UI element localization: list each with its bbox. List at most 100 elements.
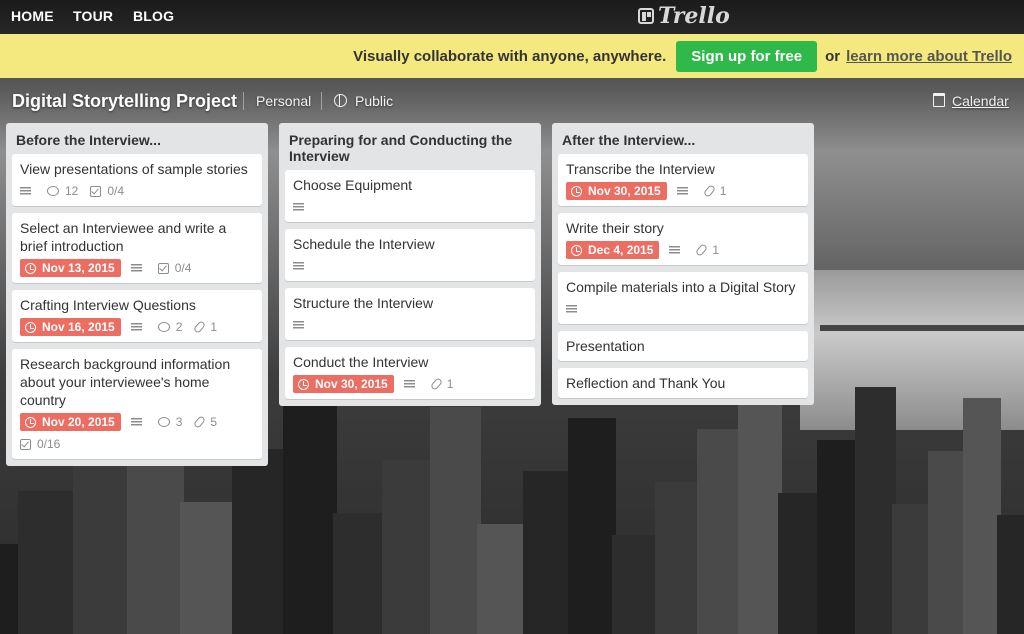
card[interactable]: View presentations of sample stories 12 … <box>12 154 262 206</box>
card[interactable]: Select an Interviewee and write a brief … <box>12 213 262 283</box>
background-building <box>612 535 659 634</box>
due-date-badge: Dec 4, 2015 <box>566 241 660 259</box>
description-icon <box>130 417 142 427</box>
card-title: Research background information about yo… <box>20 356 231 408</box>
globe-icon <box>334 94 347 107</box>
card-badges <box>293 257 527 275</box>
description-badge <box>293 198 308 216</box>
nav-tour-link[interactable]: TOUR <box>73 8 113 24</box>
card-badges: Nov 30, 2015 1 <box>566 182 800 200</box>
background-building <box>430 407 481 634</box>
card-badges: Dec 4, 2015 1 <box>566 241 800 259</box>
background-building <box>73 438 131 634</box>
attachments-badge: 1 <box>193 318 218 336</box>
due-date: Nov 30, 2015 <box>588 184 661 198</box>
card-title: Presentation <box>566 338 645 354</box>
paperclip-icon <box>193 320 207 334</box>
trello-logo-text: Trello <box>658 3 730 29</box>
learn-more-link[interactable]: learn more about Trello <box>846 48 1012 65</box>
due-date: Nov 16, 2015 <box>42 320 115 334</box>
list-title[interactable]: After the Interview... <box>552 123 814 154</box>
checklist-count: 0/16 <box>37 437 61 451</box>
due-date: Dec 4, 2015 <box>588 243 654 257</box>
background-building <box>180 502 236 634</box>
list-after-the-interview: After the Interview... Transcribe the In… <box>552 123 814 405</box>
description-icon <box>293 320 304 330</box>
calendar-button[interactable]: Calendar <box>933 93 1009 109</box>
background-building <box>738 376 782 634</box>
card[interactable]: Crafting Interview Questions Nov 16, 201… <box>12 290 262 342</box>
card[interactable]: Compile materials into a Digital Story <box>558 272 808 324</box>
card-title: Select an Interviewee and write a brief … <box>20 220 227 254</box>
description-icon <box>403 379 415 389</box>
card-title: Schedule the Interview <box>293 236 435 252</box>
comment-icon <box>157 322 170 332</box>
card-title: Write their story <box>566 220 664 236</box>
card-title: Crafting Interview Questions <box>20 297 196 313</box>
attachments-count: 1 <box>712 243 720 257</box>
list-preparing-for-the-interview: Preparing for and Conducting the Intervi… <box>279 123 541 406</box>
checklist-icon <box>157 262 169 274</box>
description-icon <box>130 322 142 332</box>
board-title[interactable]: Digital Storytelling Project <box>12 91 237 112</box>
due-date: Nov 30, 2015 <box>315 377 388 391</box>
comments-count: 2 <box>175 320 183 334</box>
description-icon <box>669 245 681 255</box>
description-badge <box>20 182 35 200</box>
card[interactable]: Transcribe the Interview Nov 30, 2015 1 <box>558 154 808 206</box>
description-icon <box>293 202 304 212</box>
checklist-badge: 0/16 <box>20 435 60 453</box>
comment-icon <box>157 417 170 427</box>
background-building <box>963 398 1001 634</box>
list-title[interactable]: Before the Interview... <box>6 123 268 154</box>
card-badges: Nov 16, 2015 2 1 <box>20 318 254 336</box>
card[interactable]: Research background information about yo… <box>12 349 262 459</box>
trello-logo[interactable]: Trello <box>638 3 730 29</box>
attachments-badge: 1 <box>695 241 720 259</box>
background-building <box>655 482 701 634</box>
list-title[interactable]: Preparing for and Conducting the Intervi… <box>279 123 541 170</box>
comments-badge: 12 <box>47 182 78 200</box>
card-badges <box>293 198 527 216</box>
paperclip-icon <box>695 243 709 257</box>
card-title: Conduct the Interview <box>293 354 429 370</box>
description-icon <box>676 186 688 196</box>
card-badges: Nov 30, 2015 1 <box>293 375 527 393</box>
due-date-badge: Nov 20, 2015 <box>20 413 121 431</box>
background-building <box>232 449 287 634</box>
attachments-count: 1 <box>210 320 218 334</box>
card-title: Transcribe the Interview <box>566 161 715 177</box>
comment-icon <box>47 186 59 196</box>
board-visibility-button[interactable]: Public <box>334 93 393 109</box>
card[interactable]: Conduct the Interview Nov 30, 2015 1 <box>285 347 535 399</box>
sign-up-button[interactable]: Sign up for free <box>676 40 818 72</box>
description-icon <box>293 261 304 271</box>
clock-icon <box>25 262 36 274</box>
card-badges <box>566 300 800 318</box>
checklist-count: 0/4 <box>174 261 192 275</box>
description-icon <box>20 186 31 196</box>
card-title: View presentations of sample stories <box>20 161 248 177</box>
card[interactable]: Schedule the Interview <box>285 229 535 281</box>
card[interactable]: Structure the Interview <box>285 288 535 340</box>
description-badge <box>293 257 308 275</box>
nav-home-link[interactable]: HOME <box>11 8 54 24</box>
card[interactable]: Reflection and Thank You <box>558 368 808 398</box>
due-date-badge: Nov 30, 2015 <box>566 182 667 200</box>
description-badge <box>566 300 581 318</box>
card-badges: Nov 13, 2015 0/4 <box>20 259 254 277</box>
board-team-label[interactable]: Personal <box>256 93 311 109</box>
clock-icon <box>571 185 582 197</box>
card[interactable]: Choose Equipment <box>285 170 535 222</box>
clock-icon <box>25 416 36 428</box>
card[interactable]: Presentation <box>558 331 808 361</box>
checklist-badge: 0/4 <box>157 259 192 277</box>
description-badge <box>676 182 692 200</box>
background-building <box>333 513 386 634</box>
background-building <box>18 491 77 634</box>
clock-icon <box>298 378 309 390</box>
description-icon <box>566 304 577 314</box>
card[interactable]: Write their story Dec 4, 2015 1 <box>558 213 808 265</box>
nav-blog-link[interactable]: BLOG <box>133 8 174 24</box>
background-building <box>892 504 932 634</box>
